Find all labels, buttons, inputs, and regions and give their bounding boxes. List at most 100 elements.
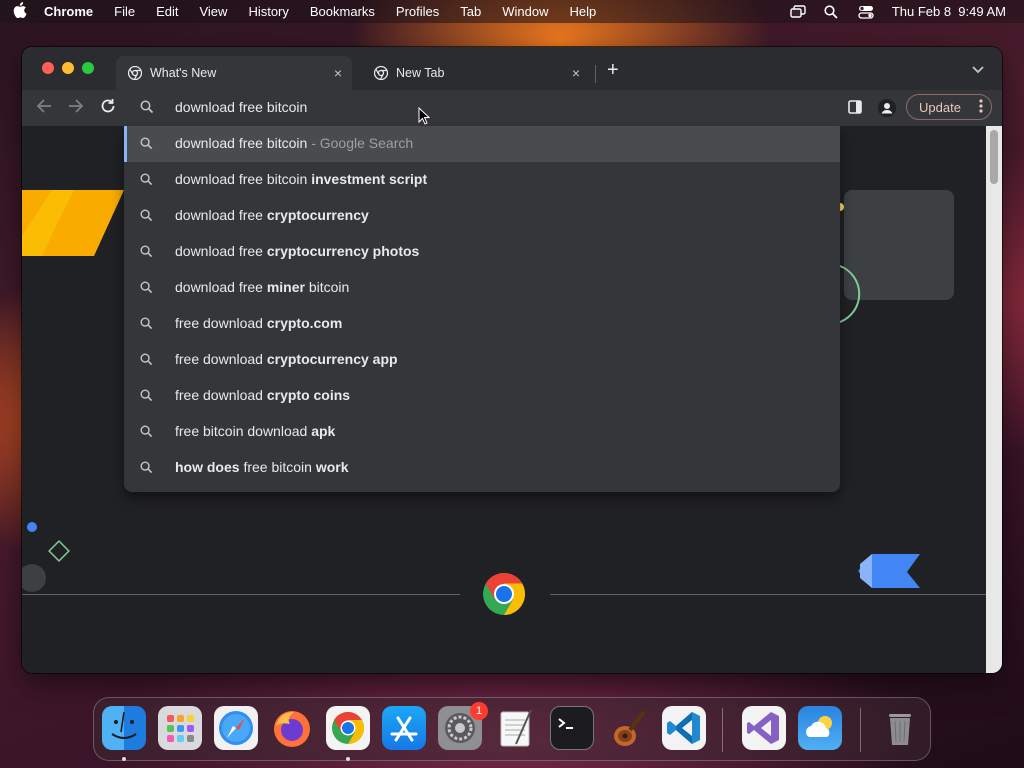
dock-safari-icon[interactable]: [214, 706, 258, 750]
tab-whats-new[interactable]: What's New ×: [116, 56, 352, 90]
close-tab-icon[interactable]: ×: [334, 65, 342, 81]
chrome-favicon-icon: [373, 65, 389, 81]
chrome-favicon-icon: [127, 65, 143, 81]
omnibox-suggestions: download free bitcoin - Google Search do…: [124, 126, 840, 492]
menu-profiles[interactable]: Profiles: [396, 4, 439, 19]
search-icon: [140, 353, 153, 369]
dock-chrome-icon[interactable]: [326, 706, 370, 750]
suggestion-item[interactable]: download free bitcoin investment script: [124, 162, 840, 198]
suggestion-bold: apk: [311, 423, 336, 439]
dock-firefox-icon[interactable]: [270, 706, 314, 750]
suggestion-item[interactable]: free download cryptocurrency app: [124, 342, 840, 378]
suggestion-item[interactable]: free download crypto coins: [124, 378, 840, 414]
dock-garageband-icon[interactable]: [606, 706, 650, 750]
search-icon: [140, 137, 153, 153]
omnibox-query[interactable]: download free bitcoin: [175, 99, 307, 115]
forward-arrow-icon[interactable]: [68, 98, 84, 119]
toolbar: download free bitcoin Update: [22, 90, 1002, 126]
suggestion-text: download free: [175, 279, 267, 295]
title-bar: What's New × New Tab × +: [22, 47, 1002, 90]
page-scrollbar[interactable]: [986, 126, 1002, 673]
suggestion-item[interactable]: download free cryptocurrency: [124, 198, 840, 234]
suggestion-text: free download: [175, 315, 267, 331]
menu-bookmarks[interactable]: Bookmarks: [310, 4, 375, 19]
dock-textedit-icon[interactable]: [494, 706, 538, 750]
menu-history[interactable]: History: [248, 4, 288, 19]
suggestion-text: download free bitcoin: [175, 135, 308, 151]
menu-window[interactable]: Window: [502, 4, 548, 19]
omnibox[interactable]: download free bitcoin: [124, 90, 840, 126]
running-indicator: [346, 757, 350, 761]
suggestion-text: free download: [175, 351, 267, 367]
menu-app-name[interactable]: Chrome: [44, 4, 93, 19]
side-panel-icon[interactable]: [848, 100, 862, 114]
scrollbar-thumb[interactable]: [990, 130, 998, 184]
menu-help[interactable]: Help: [570, 4, 597, 19]
more-menu-icon[interactable]: [979, 99, 983, 115]
suggestion-item[interactable]: free download crypto.com: [124, 306, 840, 342]
suggestion-bold: crypto.com: [266, 315, 343, 331]
suggestion-text: download free: [175, 243, 267, 259]
search-icon: [140, 317, 153, 333]
update-button-label: Update: [919, 100, 961, 115]
search-icon: [140, 281, 153, 297]
close-tab-icon[interactable]: ×: [572, 65, 580, 81]
divider-line-left: [22, 594, 460, 595]
spotlight-search-icon[interactable]: [824, 5, 840, 19]
update-button[interactable]: Update: [906, 94, 992, 120]
suggestion-bold: work: [315, 459, 349, 475]
dock-app-store-icon[interactable]: [382, 706, 426, 750]
chrome-logo-icon: [482, 572, 526, 616]
menu-view[interactable]: View: [199, 4, 227, 19]
menu-tab[interactable]: Tab: [460, 4, 481, 19]
suggestion-lead-bold: how does: [175, 459, 240, 475]
tab-new-tab[interactable]: New Tab ×: [362, 56, 590, 90]
dock-weather-icon[interactable]: [798, 706, 842, 750]
zoom-window-button[interactable]: [82, 62, 94, 74]
suggestion-bold: cryptocurrency: [266, 207, 369, 223]
suggestion-text: free bitcoin: [239, 459, 316, 475]
running-indicator: [122, 757, 126, 761]
suggestion-text: free download: [175, 387, 267, 403]
tab-divider: [595, 65, 596, 83]
menu-clock[interactable]: Thu Feb 8 9:49 AM: [892, 4, 1006, 19]
menu-file[interactable]: File: [114, 4, 135, 19]
menu-edit[interactable]: Edit: [156, 4, 178, 19]
suggestion-item[interactable]: download free cryptocurrency photos: [124, 234, 840, 270]
search-icon: [140, 389, 153, 405]
dock-vscode-icon[interactable]: [662, 706, 706, 750]
chevron-down-icon[interactable]: [972, 63, 984, 77]
search-icon: [140, 173, 153, 189]
suggestion-bold: investment script: [311, 171, 428, 187]
close-window-button[interactable]: [42, 62, 54, 74]
control-center-icon[interactable]: [858, 5, 874, 19]
suggestion-text: download free bitcoin: [175, 171, 312, 187]
back-arrow-icon[interactable]: [36, 98, 52, 119]
dock-trash-icon[interactable]: [878, 706, 922, 750]
tab-title: What's New: [150, 66, 217, 80]
dock-visual-studio-icon[interactable]: [742, 706, 786, 750]
screen-mirror-icon[interactable]: [790, 5, 806, 18]
reload-icon[interactable]: [100, 98, 116, 119]
suggestion-bold: miner: [266, 279, 305, 295]
dock-launchpad-icon[interactable]: [158, 706, 202, 750]
search-icon: [140, 100, 154, 119]
dock-terminal-icon[interactable]: [550, 706, 594, 750]
divider-line-right: [550, 594, 986, 595]
suggestion-bold: crypto coins: [266, 387, 351, 403]
dock-finder-icon[interactable]: [102, 706, 146, 750]
apple-logo-icon[interactable]: [12, 2, 28, 21]
suggestion-item[interactable]: free bitcoin download apk: [124, 414, 840, 450]
new-tab-button[interactable]: +: [607, 59, 619, 82]
suggestion-item[interactable]: download free miner bitcoin: [124, 270, 840, 306]
profile-avatar-icon[interactable]: [878, 99, 896, 117]
suggestion-text: download free: [175, 207, 267, 223]
tab-title: New Tab: [396, 66, 445, 80]
suggestion-item[interactable]: how does free bitcoin work: [124, 450, 840, 486]
menu-bar: Chrome File Edit View History Bookmarks …: [0, 0, 1024, 23]
suggestion-item[interactable]: download free bitcoin - Google Search: [124, 126, 840, 162]
minimize-window-button[interactable]: [62, 62, 74, 74]
suggestion-bold: cryptocurrency photos: [266, 243, 420, 259]
search-icon: [140, 461, 153, 477]
suggestion-tail: bitcoin: [304, 279, 350, 295]
